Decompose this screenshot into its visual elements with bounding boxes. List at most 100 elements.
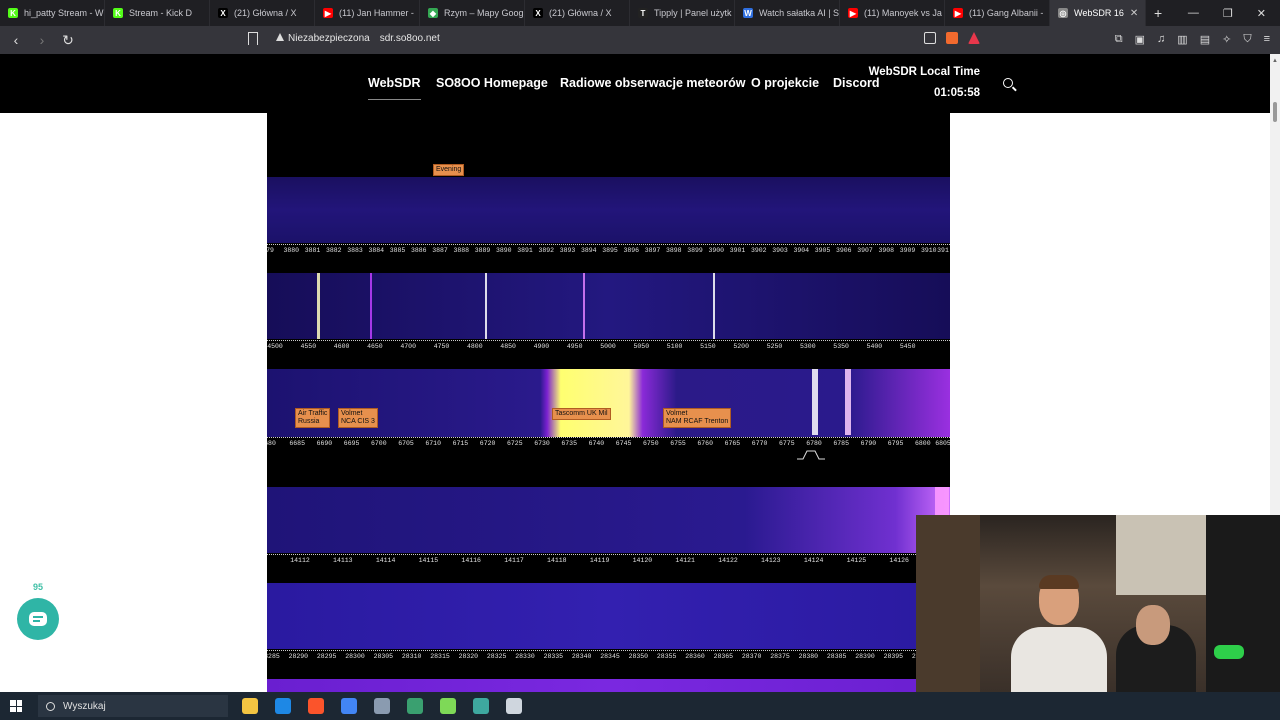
taskbar-app-icon[interactable] xyxy=(440,698,456,714)
frequency-tick-label: 3895 xyxy=(602,247,618,254)
frequency-tick-label: 6795 xyxy=(887,440,904,447)
frequency-tick-label: 3887 xyxy=(432,247,448,254)
frequency-tick-label: 391 xyxy=(937,247,949,254)
frequency-scale[interactable]: 14112 14113 14114 14115 14116 14117 14118 14119… xyxy=(267,554,950,568)
signal-trace xyxy=(317,273,320,339)
frequency-tick-label: 4600 xyxy=(333,343,350,350)
frequency-tick-label: 5300 xyxy=(799,343,816,350)
close-icon[interactable]: ✕ xyxy=(1257,7,1266,20)
nav-websdr[interactable]: WebSDR xyxy=(368,76,421,100)
restore-icon[interactable]: ❐ xyxy=(1223,7,1233,20)
taskbar-app-icon[interactable] xyxy=(275,698,291,714)
station-label[interactable]: Air Traffic Russia xyxy=(295,408,331,428)
waterfall-display[interactable] xyxy=(267,177,950,243)
tab-title: WebSDR 16 xyxy=(1074,8,1124,18)
frequency-tick-label: 3888 xyxy=(453,247,470,254)
taskbar-app-icon[interactable] xyxy=(407,698,423,714)
extensions-icon[interactable]: ⧉ xyxy=(1115,33,1123,46)
browser-tab[interactable]: W Watch sałatka AI | S xyxy=(735,0,840,26)
frequency-tick-label: 4750 xyxy=(433,343,450,350)
tab-favicon-icon: ▶ xyxy=(953,8,963,18)
leo-icon[interactable]: ✧ xyxy=(1222,33,1231,46)
scroll-thumb[interactable] xyxy=(1273,102,1277,122)
tab-close-icon[interactable]: ✕ xyxy=(1130,8,1138,19)
browser-tab[interactable]: X (21) Główna / X xyxy=(525,0,630,26)
browser-tab[interactable]: ◎ WebSDR 16 ✕ xyxy=(1050,0,1146,26)
waterfall-display[interactable] xyxy=(267,583,950,649)
frequency-tick-label: 28375 xyxy=(770,653,790,660)
tab-title: (11) Manoyek vs Ja xyxy=(864,8,942,18)
forward-icon[interactable]: › xyxy=(32,32,52,48)
search-icon[interactable] xyxy=(1003,78,1013,88)
reload-icon[interactable]: ↻ xyxy=(58,32,78,49)
waterfall-display[interactable] xyxy=(267,679,950,692)
frequency-tick-label: 28310 xyxy=(401,653,422,660)
browser-tab[interactable]: Khi_patty Stream - W xyxy=(0,0,105,26)
taskbar-app-icon[interactable] xyxy=(473,698,489,714)
browser-tab[interactable]: K Stream - Kick D xyxy=(105,0,210,26)
station-label[interactable]: Tascomm UK Mil xyxy=(552,408,611,420)
frequency-tick-label: 6805 xyxy=(935,440,950,447)
windows-start-icon[interactable] xyxy=(10,700,22,712)
scroll-up-icon[interactable]: ▲ xyxy=(1272,58,1278,64)
webcam-green-light xyxy=(1214,645,1244,659)
browser-tab[interactable]: ◆ Rzym – Mapy Goog xyxy=(420,0,525,26)
taskbar-app-icon[interactable] xyxy=(242,698,258,714)
frequency-scale[interactable]: 79 3880 3881 3882 3883 3884 3885 3886 3887 3888 38… xyxy=(267,244,950,258)
frequency-tick-label: 28315 xyxy=(430,653,450,660)
frequency-tick-label: 6755 xyxy=(670,440,686,447)
url-field[interactable]: Niezabezpieczona sdr.so8oo.net xyxy=(276,33,440,44)
menu-icon[interactable]: ≡ xyxy=(1264,33,1270,46)
sidebar-icon[interactable]: ▥ xyxy=(1177,33,1187,46)
vpn-icon[interactable]: ⛉ xyxy=(1243,33,1251,46)
taskbar-search[interactable]: Wyszukaj xyxy=(38,695,228,717)
taskbar-app-icon[interactable] xyxy=(506,698,522,714)
webcam-person-left xyxy=(1011,575,1107,692)
bookmark-icon[interactable] xyxy=(248,32,258,45)
new-tab-button[interactable]: + xyxy=(1146,5,1170,21)
screenshot-icon[interactable]: ▣ xyxy=(1135,33,1145,46)
frequency-tick-label: 6760 xyxy=(697,440,713,447)
frequency-tick-label: 5350 xyxy=(833,343,849,350)
nav-meteor-observations[interactable]: Radiowe obserwacje meteorów xyxy=(560,76,745,90)
waterfall-display[interactable] xyxy=(267,487,950,553)
browser-tab[interactable]: X (21) Główna / X xyxy=(210,0,315,26)
brave-shields-icon[interactable] xyxy=(946,32,958,44)
taskbar-app-icon[interactable] xyxy=(341,698,357,714)
taskbar-app-icon[interactable] xyxy=(374,698,390,714)
frequency-scale[interactable]: 28285 28290 28295 28300 28305 28310 28315 28320… xyxy=(267,650,950,664)
nav-so8oo-homepage[interactable]: SO8OO Homepage xyxy=(436,76,548,90)
back-icon[interactable]: ‹ xyxy=(6,32,26,48)
frequency-tick-label: 28395 xyxy=(883,653,904,660)
station-label[interactable]: Volmet NCA CIS 3 xyxy=(338,408,378,428)
frequency-tick-label: 4950 xyxy=(566,343,583,350)
browser-tab[interactable]: ▶ (11) Gang Albanii - xyxy=(945,0,1050,26)
minimize-icon[interactable]: — xyxy=(1188,7,1199,20)
nav-discord[interactable]: Discord xyxy=(833,76,880,90)
security-indicator[interactable]: Niezabezpieczona xyxy=(276,33,370,44)
browser-tab[interactable]: ▶ (11) Jan Hammer - xyxy=(315,0,420,26)
websdr-waterfall-panel[interactable]: 79 3880 3881 3882 3883 3884 3885 3886 3887 3888 38… xyxy=(267,113,950,692)
frequency-tick-label: 14116 xyxy=(461,557,481,564)
frequency-tick-label: 28385 xyxy=(826,653,847,660)
share-icon[interactable] xyxy=(924,32,936,44)
taskbar-app-icon[interactable] xyxy=(308,698,324,714)
frequency-scale[interactable]: 680 6685 6690 6695 6700 6705 6710 6715 6720 6725 6… xyxy=(267,437,950,451)
station-label[interactable]: Evening xyxy=(433,164,465,176)
frequency-tick-label: 14122 xyxy=(718,557,738,564)
chat-button[interactable] xyxy=(17,598,59,640)
tab-title: Tipply | Panel użytk xyxy=(654,8,732,18)
browser-tab[interactable]: ▶ (11) Manoyek vs Ja xyxy=(840,0,945,26)
passband-icon[interactable] xyxy=(797,447,825,460)
url-text[interactable]: sdr.so8oo.net xyxy=(380,33,440,44)
frequency-tick-label: 14118 xyxy=(547,557,567,564)
frequency-tick-label: 3908 xyxy=(878,247,895,254)
browser-tab[interactable]: T Tipply | Panel użytk xyxy=(630,0,735,26)
media-icon[interactable]: ♫ xyxy=(1157,33,1165,46)
frequency-tick-label: 5250 xyxy=(766,343,783,350)
station-label[interactable]: Volmet NAM RCAF Trenton xyxy=(663,408,732,428)
brave-rewards-icon[interactable] xyxy=(968,32,980,44)
nav-about-project[interactable]: O projekcie xyxy=(751,76,819,90)
frequency-scale[interactable]: 4500 4550 4600 4650 4700 4750 4800 4850 4900 4950… xyxy=(267,340,950,354)
wallet-icon[interactable]: ▤ xyxy=(1200,33,1210,46)
